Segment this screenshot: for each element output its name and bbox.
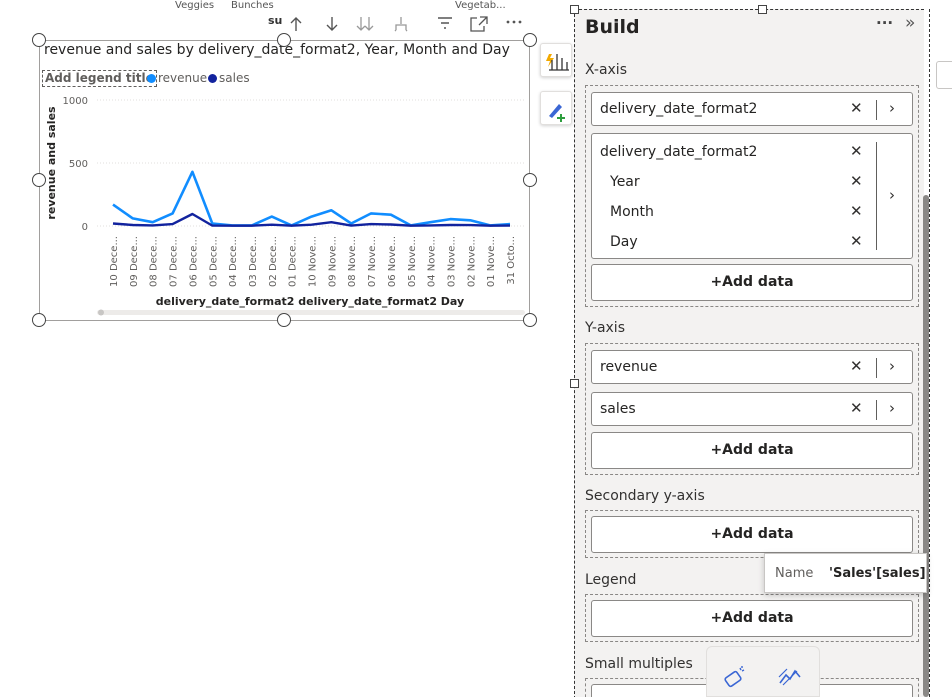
x-tick-label: 01 Nove... — [486, 236, 497, 287]
expand-field-icon[interactable]: › — [889, 399, 895, 417]
y-tick-label: 500 — [69, 159, 88, 170]
y-axis-section-label: Y-axis — [585, 320, 625, 336]
legend-add-data-button[interactable]: +Add data — [591, 600, 913, 637]
x-tick-label: 09 Nove... — [327, 236, 338, 287]
pane-title: Build — [585, 16, 640, 38]
y-field-label: sales — [600, 401, 636, 417]
y-axis-field-revenue[interactable]: revenue ✕ › — [591, 350, 913, 384]
pane-collapse-icon[interactable]: » — [905, 13, 915, 33]
expand-field-icon[interactable]: › — [889, 99, 895, 117]
x-tick-label: 06 Dece... — [188, 236, 199, 287]
pane-more-icon[interactable]: ··· — [876, 14, 893, 32]
format-visual-icon[interactable] — [777, 665, 803, 689]
analytics-button[interactable] — [540, 91, 572, 125]
y-axis-add-data-button[interactable]: +Add data — [591, 432, 913, 469]
expand-field-icon[interactable]: › — [889, 357, 895, 375]
x-tick-label: 05 Nove... — [407, 236, 418, 287]
x-tick-label: 10 Dece... — [109, 236, 120, 287]
expand-hierarchy-chevron-icon[interactable]: › — [889, 186, 895, 204]
field-tooltip: Name 'Sales'[sales] — [764, 553, 927, 593]
y-tick-label: 0 — [82, 222, 88, 233]
x-axis-section-label: X-axis — [585, 62, 627, 78]
x-axis-title: delivery_date_format2 delivery_date_form… — [156, 295, 464, 308]
resize-handle-top-left[interactable] — [32, 33, 46, 47]
x-axis-hierarchy-field[interactable]: delivery_date_format2 ✕ Year ✕ Month ✕ D… — [591, 133, 913, 259]
remove-day-icon[interactable]: ✕ — [850, 232, 863, 250]
secondary-y-section-label: Secondary y-axis — [585, 488, 705, 504]
report-canvas: Veggies Bunches Vegetab... su revenue an… — [0, 0, 952, 697]
pane-handle-top — [758, 5, 767, 14]
x-tick-label: 01 Dece... — [288, 236, 299, 287]
pane-handle-left — [570, 379, 579, 388]
x-tick-label: 08 Dece... — [149, 236, 160, 287]
hierarchy-level-year: Year — [610, 174, 640, 190]
lightning-chart-icon — [546, 54, 569, 71]
y-axis-field-sales[interactable]: sales ✕ › — [591, 392, 913, 426]
resize-handle-top[interactable] — [277, 33, 291, 47]
resize-handle-left[interactable] — [32, 173, 46, 187]
y-field-label: revenue — [600, 359, 658, 375]
resize-handle-right[interactable] — [523, 173, 537, 187]
chart-scrollbar-thumb — [98, 309, 104, 316]
chart-plot-area: 1000 500 0 revenue and sales 10 Dece... 09 De… — [45, 96, 525, 316]
small-multiples-section-label: Small multiples — [585, 656, 693, 672]
resize-handle-top-right[interactable] — [523, 33, 537, 47]
resize-handle-bottom-right[interactable] — [523, 313, 537, 327]
x-tick-label: 03 Nove... — [446, 236, 457, 287]
hierarchy-name: delivery_date_format2 — [600, 144, 758, 160]
remove-field-icon[interactable]: ✕ — [850, 399, 863, 417]
filters-pane-edge — [929, 9, 952, 697]
divider — [876, 358, 877, 378]
x-tick-label: 05 Dece... — [208, 236, 219, 287]
legend-section-label: Legend — [585, 572, 637, 588]
x-tick-label: 09 Dece... — [129, 236, 140, 287]
remove-year-icon[interactable]: ✕ — [850, 172, 863, 190]
x-axis-add-data-button[interactable]: +Add data — [591, 264, 913, 301]
visual-tools-bar — [706, 646, 820, 697]
x-tick-label: 07 Nove... — [367, 236, 378, 287]
tooltip-key: Name — [775, 566, 814, 581]
pane-handle-tl — [570, 5, 579, 14]
chart-scrollbar-track — [97, 310, 525, 315]
remove-field-icon[interactable]: ✕ — [850, 99, 863, 117]
x-tick-label: 10 Nove... — [308, 236, 319, 287]
remove-field-icon[interactable]: ✕ — [850, 357, 863, 375]
resize-handle-bottom[interactable] — [277, 313, 291, 327]
x-axis-field-label: delivery_date_format2 — [600, 101, 758, 117]
x-tick-label: 04 Nove... — [427, 236, 438, 287]
build-visual-icon[interactable] — [723, 665, 749, 689]
x-tick-label: 02 Dece... — [268, 236, 279, 287]
x-tick-label: 04 Dece... — [228, 236, 239, 287]
divider — [876, 400, 877, 420]
filters-search-box[interactable] — [936, 61, 952, 89]
remove-month-icon[interactable]: ✕ — [850, 202, 863, 220]
x-tick-label: 02 Nove... — [466, 236, 477, 287]
paintbrush-add-icon — [549, 104, 565, 122]
format-visual-button[interactable] — [540, 43, 572, 77]
series-line-revenue — [112, 170, 511, 227]
hierarchy-level-month: Month — [610, 204, 654, 220]
remove-hierarchy-icon[interactable]: ✕ — [850, 142, 863, 160]
x-tick-label: 03 Dece... — [248, 236, 259, 287]
hierarchy-level-day: Day — [610, 234, 638, 250]
y-tick-label: 1000 — [63, 96, 88, 107]
tooltip-value: 'Sales'[sales] — [829, 566, 926, 581]
x-axis-field[interactable]: delivery_date_format2 ✕ › — [591, 92, 913, 126]
divider — [876, 142, 877, 250]
y-axis-title: revenue and sales — [45, 106, 58, 220]
x-tick-label: 08 Nove... — [347, 236, 358, 287]
x-tick-label: 31 Octo... — [506, 236, 517, 285]
x-tick-label: 06 Nove... — [387, 236, 398, 287]
secondary-y-add-data-button[interactable]: +Add data — [591, 516, 913, 553]
x-tick-label: 07 Dece... — [169, 236, 180, 287]
resize-handle-bottom-left[interactable] — [32, 313, 46, 327]
divider — [876, 100, 877, 120]
